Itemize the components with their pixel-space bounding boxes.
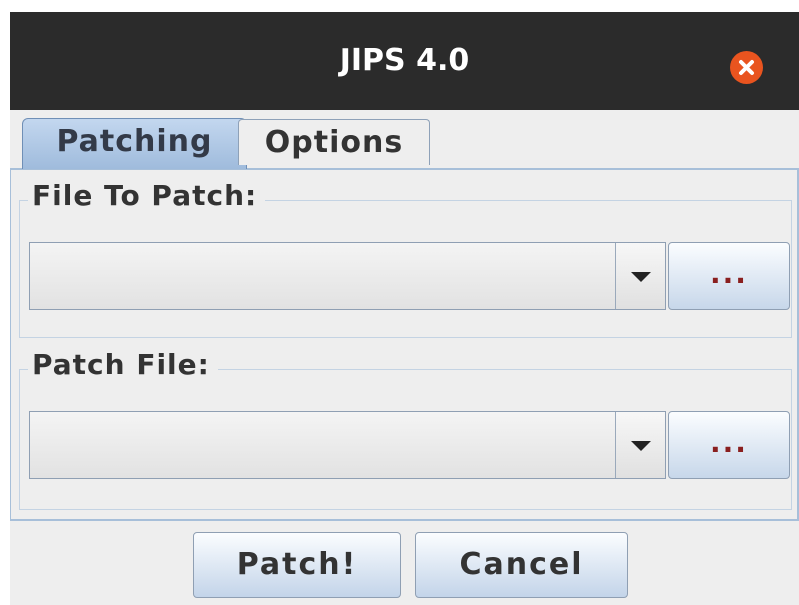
patch-file-dropdown-button[interactable] bbox=[615, 412, 665, 478]
window-title: JIPS 4.0 bbox=[339, 43, 470, 78]
file-to-patch-browse-button[interactable]: ... bbox=[668, 242, 790, 310]
chevron-down-icon bbox=[631, 272, 651, 282]
cancel-button[interactable]: Cancel bbox=[415, 532, 628, 598]
file-to-patch-label: File To Patch: bbox=[28, 179, 266, 212]
file-to-patch-group: File To Patch: ... bbox=[19, 179, 792, 338]
title-bar[interactable]: JIPS 4.0 bbox=[10, 12, 799, 110]
patch-file-browse-button[interactable]: ... bbox=[668, 411, 790, 479]
jips-window: JIPS 4.0 File To Patch: ... Patch File: bbox=[10, 12, 799, 605]
chevron-down-icon bbox=[631, 441, 651, 451]
patch-file-group: Patch File: ... bbox=[19, 348, 792, 510]
patch-button[interactable]: Patch! bbox=[193, 532, 401, 598]
file-to-patch-dropdown-button[interactable] bbox=[615, 243, 665, 309]
close-button[interactable] bbox=[730, 51, 763, 84]
patch-file-combobox[interactable] bbox=[29, 411, 666, 479]
file-to-patch-value[interactable] bbox=[38, 243, 605, 309]
tab-options[interactable]: Options bbox=[238, 119, 430, 165]
tab-patching[interactable]: Patching bbox=[22, 118, 247, 169]
patching-tab-panel: File To Patch: ... Patch File: ... bbox=[10, 168, 799, 521]
close-icon bbox=[739, 60, 754, 75]
patch-file-value[interactable] bbox=[38, 412, 605, 478]
file-to-patch-combobox[interactable] bbox=[29, 242, 666, 310]
patch-file-label: Patch File: bbox=[28, 348, 218, 381]
